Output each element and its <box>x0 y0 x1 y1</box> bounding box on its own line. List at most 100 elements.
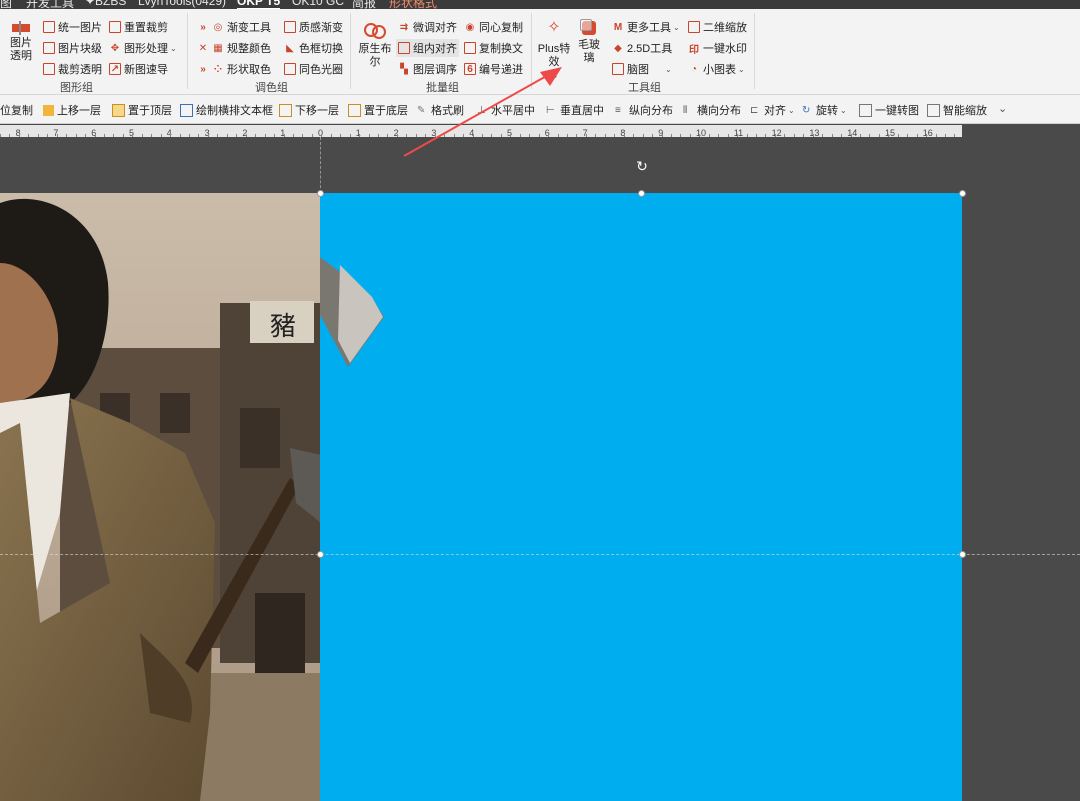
interlocked-rings-icon <box>363 21 387 41</box>
2d-zoom-label: 二维缩放 <box>703 22 747 34</box>
texture-gradient-button[interactable]: 质感渐变 <box>284 19 343 35</box>
rotate-button[interactable]: ↻ 旋转 ⌄ <box>802 102 847 118</box>
rotate-handle-icon[interactable]: ↻ <box>634 158 650 174</box>
shape-pick-color-label: 形状取色 <box>227 64 271 76</box>
concentric-copy-button[interactable]: ◉ 同心复制 <box>464 19 523 35</box>
in-group-align-button[interactable]: 组内对齐 <box>396 39 459 57</box>
2d-zoom-button[interactable]: 二维缩放 <box>688 19 747 35</box>
ruler-tick-label: 16 <box>922 128 933 138</box>
convert-to-image-label: 一键转图 <box>875 105 919 117</box>
mini-chart-button[interactable]: ◔ 小图表 ⌄ <box>688 61 745 77</box>
resize-handle-top-left[interactable] <box>317 190 324 197</box>
picture-block-label: 图片块级 <box>58 43 102 55</box>
distribute-h-button[interactable]: ⫴ 横向分布 <box>683 102 741 118</box>
fine-align-icon: ⇉ <box>399 21 409 33</box>
fine-align-button[interactable]: ⇉ 微调对齐 <box>398 19 457 35</box>
tool-25d-button[interactable]: ◆ 2.5D工具 <box>612 40 672 56</box>
send-backward-button[interactable]: 下移一层 <box>279 102 339 118</box>
frosted-glass-button[interactable]: 毛玻 璃 <box>575 19 603 65</box>
tab-lvyntools[interactable]: LvynTools(0429) <box>138 0 226 8</box>
tab-briefing[interactable]: 简报 <box>352 0 376 9</box>
align-icon: ⊏ <box>750 104 759 116</box>
send-backward-label: 下移一层 <box>295 105 339 117</box>
resize-handle-left[interactable] <box>317 551 324 558</box>
picture-transparent-button[interactable]: 图片 透明 <box>7 21 35 63</box>
distribute-v-button[interactable]: ≡ 纵向分布 <box>615 102 673 118</box>
resize-handle-top-right[interactable] <box>959 190 966 197</box>
more-tools-button[interactable]: M 更多工具 ⌄ <box>612 19 680 35</box>
shape-process-button[interactable]: ✥ 图形处理 ⌄ <box>109 40 177 56</box>
tab-bzbs[interactable]: ✦BZBS <box>85 0 126 8</box>
chevron-down-icon: ⌄ <box>998 103 1008 115</box>
ruler-tick-label: 14 <box>847 128 858 138</box>
convert-to-image-button[interactable]: 一键转图 <box>859 102 919 118</box>
normalize-color-button[interactable]: ✕ ▦ 规整颜色 <box>197 40 271 56</box>
same-color-halo-button[interactable]: 同色光圈 <box>284 61 343 77</box>
zoom-icon <box>688 21 700 33</box>
ruler-minor-tick <box>822 134 824 137</box>
ruler-minor-tick <box>207 134 209 137</box>
ruler-minor-tick <box>642 134 644 137</box>
color-frame-switch-button[interactable]: ◣ 色框切换 <box>284 40 343 56</box>
ruler-minor-tick <box>302 134 304 137</box>
mindmap-button[interactable]: 脑图 ⌄ <box>612 61 672 77</box>
ruler-minor-tick <box>151 134 153 137</box>
ruler-minor-tick <box>264 134 266 137</box>
ruler-minor-tick <box>340 134 342 137</box>
ruler-minor-tick <box>103 134 105 137</box>
resize-handle-right[interactable] <box>959 551 966 558</box>
smart-zoom-button[interactable]: 智能缩放 <box>927 102 987 118</box>
toolbar-overflow-button[interactable]: ⌄ <box>998 102 1007 115</box>
cube-icon: ◆ <box>614 42 622 54</box>
axe-blade-overlap <box>320 257 384 367</box>
reset-crop-label: 重置裁剪 <box>124 22 168 34</box>
send-to-back-button[interactable]: 置于底层 <box>348 102 408 118</box>
draw-textbox-button[interactable]: 绘制横排文本框 <box>180 102 273 118</box>
ruler-minor-tick <box>321 134 323 137</box>
movie-still-photo[interactable]: 豬 <box>0 193 321 801</box>
ruler-minor-tick <box>255 134 257 137</box>
original-layout-button[interactable]: 原生布 尔 <box>358 21 392 69</box>
separator <box>754 13 755 89</box>
texture-icon <box>284 21 296 33</box>
resize-handle-top[interactable] <box>638 190 645 197</box>
fine-align-label: 微调对齐 <box>413 22 457 34</box>
color-frame-icon: ◣ <box>286 42 294 54</box>
bring-to-front-button[interactable]: 置于顶层 <box>112 102 172 118</box>
sign-text: 豬 <box>270 312 296 342</box>
shape-pick-color-button[interactable]: » ⁘ 形状取色 <box>197 61 271 77</box>
chevron-down-icon: ⌄ <box>788 105 795 115</box>
tab-ok10-gc[interactable]: OK10 GC <box>292 0 344 8</box>
ruler-minor-tick <box>576 134 578 137</box>
ruler-tick-label: 13 <box>809 128 820 138</box>
gradient-tool-button[interactable]: » ◎ 渐变工具 <box>197 19 271 35</box>
copy-replace-text-button[interactable]: 复制换文 <box>464 40 523 56</box>
ruler-minor-tick <box>680 134 682 137</box>
one-click-watermark-button[interactable]: 印一键水印 <box>688 40 747 56</box>
ruler-minor-tick <box>396 134 398 137</box>
tab-shape-format[interactable]: 形状格式 <box>389 0 437 9</box>
reset-crop-button[interactable]: 重置裁剪 <box>109 19 168 35</box>
new-image-label: 新图速导 <box>124 64 168 76</box>
ruler-minor-tick <box>47 134 49 137</box>
ruler-minor-tick <box>935 134 937 137</box>
ruler-minor-tick <box>198 134 200 137</box>
halo-icon <box>284 63 296 75</box>
position-copy-button[interactable]: 位复制 <box>0 102 33 118</box>
smart-zoom-icon <box>927 103 940 117</box>
tab-view[interactable]: 图 <box>0 0 12 9</box>
bring-forward-icon <box>43 104 54 116</box>
unify-picture-button[interactable]: 统一图片 <box>43 19 102 35</box>
new-image-button[interactable]: ↗ 新图速导 <box>109 61 168 77</box>
ruler-minor-tick <box>869 134 871 137</box>
crop-transparent-button[interactable]: 裁剪透明 <box>43 61 102 77</box>
mindmap-label: 脑图 <box>627 64 649 76</box>
bring-forward-button[interactable]: 上移一层 <box>43 102 101 118</box>
picture-block-button[interactable]: 图片块级 <box>43 40 102 56</box>
tab-okp-t5[interactable]: OKP T5 <box>237 0 281 9</box>
align-button[interactable]: ⊏ 对齐 ⌄ <box>750 102 795 118</box>
ruler-minor-tick <box>9 134 11 137</box>
blue-rectangle-shape[interactable] <box>320 193 962 801</box>
ruler-minor-tick <box>878 134 880 137</box>
tab-developer[interactable]: 开发工具 <box>26 0 74 9</box>
